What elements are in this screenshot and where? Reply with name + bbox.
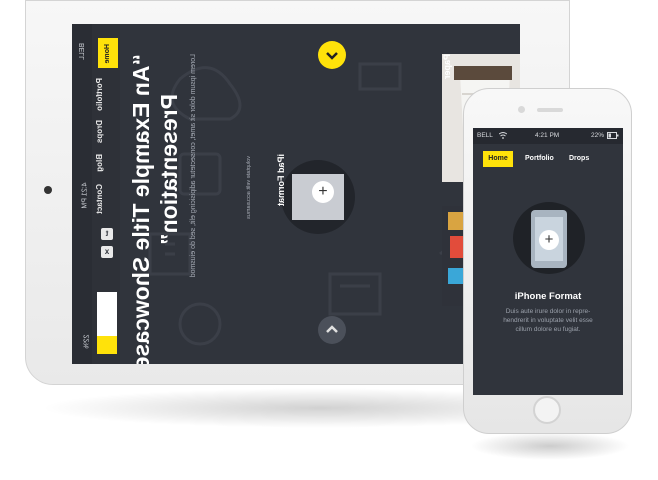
iphone-shadow [470, 432, 630, 460]
iphone-nav-portfolio[interactable]: Portfolio [525, 151, 554, 167]
iphone-battery: 22% [591, 132, 605, 139]
iphone-screen: BELL 4:21 PM 22% Home Portfolio Drops + … [473, 128, 623, 395]
iphone-nav-home[interactable]: Home [483, 151, 513, 167]
ipad-nav-portfolio[interactable]: Portfolio [95, 78, 104, 111]
iphone-format-body: Duis aute irure dolor in repre- hendreri… [498, 307, 598, 334]
iphone-carrier: BELL [477, 132, 493, 139]
wifi-icon [498, 132, 508, 141]
ipad-nav-home[interactable]: Home [98, 38, 118, 68]
iphone-format-body-line-1: Duis aute irure dolor in repre- [505, 308, 591, 315]
chevron-down-icon[interactable] [318, 41, 346, 69]
iphone-speaker [537, 108, 563, 112]
ipad-side-title: Paper [442, 54, 452, 80]
iphone-format-body-line-3: cillum dolore eu fugiat. [515, 326, 581, 333]
search-icon[interactable] [97, 336, 117, 354]
iphone-status-bar: BELL 4:21 PM 22% [473, 128, 623, 144]
iphone-camera [518, 106, 525, 113]
iphone-home-button[interactable] [533, 396, 561, 424]
iphone-format-title: iPhone Format [514, 291, 582, 302]
ipad-nav-drops[interactable]: Drops [95, 120, 104, 143]
ipad-screen: BELL 4:21 PM 22% Home Portfolio Drops Bl… [72, 24, 520, 364]
plus-icon[interactable]: + [312, 181, 334, 203]
ipad-body-text: Lorem ipsum dolor sit amet, consectetur … [190, 54, 197, 278]
battery-icon [607, 132, 619, 141]
ipad-battery: 22% [83, 334, 91, 349]
ipad-headline-line-1: “An Example Title Showcase [128, 54, 154, 364]
ipad-headline-line-2: Presentation” [156, 94, 182, 245]
plus-icon[interactable]: + [539, 230, 559, 250]
twitter-icon[interactable]: t [101, 228, 113, 240]
ipad-nav-home-label: Home [104, 44, 111, 64]
ipad-nav-contact[interactable]: Contact [95, 184, 104, 214]
iphone-time: 4:21 PM [535, 132, 560, 139]
ipad-mirrored-view: BELL 4:21 PM 22% Home Portfolio Drops Bl… [72, 24, 520, 364]
iphone-nav-drops[interactable]: Drops [569, 151, 589, 167]
ipad-camera [44, 186, 52, 194]
ipad-carrier: BELL [78, 42, 86, 61]
chevron-up-icon[interactable] [318, 316, 346, 344]
ipad-format-title: iPad Format [276, 154, 286, 207]
ipad-nav-blog[interactable]: Blog [95, 154, 104, 172]
xing-icon[interactable]: x [101, 246, 113, 258]
ipad-format-body-1: voluptate velit accusamus [246, 156, 252, 219]
iphone-format-body-line-2: hendrerit in voluptate velit esse [503, 317, 593, 324]
ipad-time: 4:21 PM [81, 182, 89, 209]
